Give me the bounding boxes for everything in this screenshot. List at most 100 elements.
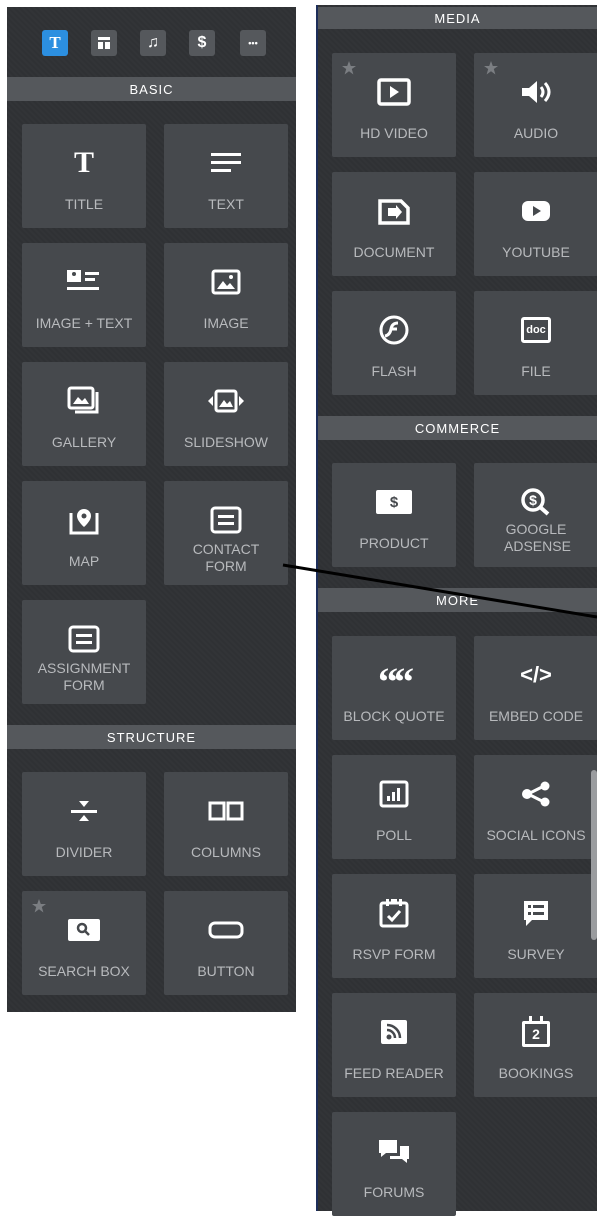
title-icon: T [73, 146, 94, 179]
form-icon [68, 625, 100, 653]
element-audio[interactable]: AUDIO [474, 53, 597, 157]
youtube-icon [522, 201, 550, 221]
element-label: PRODUCT [359, 535, 429, 551]
file-doc-icon: doc [521, 317, 551, 343]
element-google-adsense[interactable]: $ GOOGLE ADSENSE [474, 463, 597, 567]
element-button[interactable]: BUTTON [164, 891, 288, 995]
element-social-icons[interactable]: SOCIAL ICONS [474, 755, 597, 859]
speaker-icon [522, 81, 551, 103]
element-hd-video[interactable]: HD VIDEO [332, 53, 456, 157]
element-label: GALLERY [51, 434, 117, 450]
element-image-text[interactable]: IMAGE + TEXT [22, 243, 146, 347]
bookings-day-number: 2 [532, 1026, 540, 1042]
element-product[interactable]: $ PRODUCT [332, 463, 456, 567]
image-text-icon [67, 270, 99, 290]
element-label: FLASH [371, 363, 417, 379]
element-map[interactable]: MAP [22, 481, 146, 585]
element-label: BLOCK QUOTE [343, 708, 445, 724]
element-label: EMBED CODE [488, 708, 584, 724]
element-label: FILE [521, 363, 551, 379]
tab-commerce[interactable]: $ [189, 30, 215, 56]
element-feed-reader[interactable]: FEED READER [332, 993, 456, 1097]
element-forums[interactable]: FORUMS [332, 1112, 456, 1216]
element-label: TEXT [208, 196, 244, 212]
element-label: AUDIO [513, 125, 559, 141]
element-search-box[interactable]: SEARCH BOX [22, 891, 146, 995]
element-columns[interactable]: COLUMNS [164, 772, 288, 876]
element-document[interactable]: DOCUMENT [332, 172, 456, 276]
element-label: ASSIGNMENT FORM [37, 660, 131, 693]
element-label: POLL [376, 827, 412, 843]
element-label: YOUTUBE [502, 244, 570, 260]
product-icon: $ [376, 490, 412, 514]
document-icon [378, 199, 410, 225]
element-embed-code[interactable]: </> EMBED CODE [474, 636, 597, 740]
element-contact-form[interactable]: CONTACT FORM [164, 481, 288, 585]
forums-icon [379, 1140, 409, 1163]
element-gallery[interactable]: GALLERY [22, 362, 146, 466]
survey-icon [524, 901, 548, 926]
star-icon [32, 899, 46, 913]
element-assignment-form[interactable]: ASSIGNMENT FORM [22, 600, 146, 704]
adsense-icon: $ [521, 488, 550, 516]
poll-icon [379, 780, 409, 808]
category-tab-bar: T ♫ $ ••• [7, 7, 296, 77]
element-youtube[interactable]: YOUTUBE [474, 172, 597, 276]
gallery-icon [67, 386, 99, 414]
element-label: IMAGE [203, 315, 249, 331]
columns-icon [208, 801, 244, 821]
text-lines-icon [211, 153, 241, 172]
element-file[interactable]: doc FILE [474, 291, 597, 395]
element-label: SOCIAL ICONS [486, 827, 586, 843]
music-tab-icon: ♫ [147, 34, 159, 51]
map-pin-icon [69, 509, 99, 535]
element-label: COLUMNS [190, 844, 261, 860]
quote-icon: ““ [378, 659, 414, 704]
divider-icon [71, 801, 97, 821]
element-divider[interactable]: DIVIDER [22, 772, 146, 876]
image-icon [211, 269, 241, 295]
element-title[interactable]: T TITLE [22, 124, 146, 228]
layout-tab-icon [98, 37, 110, 49]
search-icon [68, 919, 100, 941]
element-label: BOOKINGS [498, 1065, 574, 1081]
element-flash[interactable]: FLASH [332, 291, 456, 395]
tab-media[interactable]: ♫ [140, 30, 166, 56]
share-icon [522, 781, 550, 807]
slideshow-icon [208, 389, 244, 413]
element-label: TITLE [64, 196, 104, 212]
svg-text:$: $ [529, 492, 537, 508]
form-icon [210, 506, 242, 534]
file-doc-badge: doc [526, 324, 546, 336]
element-label: CONTACT FORM [192, 541, 260, 574]
element-text[interactable]: TEXT [164, 124, 288, 228]
element-label: DIVIDER [55, 844, 113, 860]
element-rsvp-form[interactable]: RSVP FORM [332, 874, 456, 978]
element-label: SURVEY [507, 946, 565, 962]
play-icon [377, 78, 411, 106]
more-tab-icon: ••• [248, 38, 258, 48]
element-bookings[interactable]: 2 BOOKINGS [474, 993, 597, 1097]
flash-icon [379, 315, 409, 345]
element-image[interactable]: IMAGE [164, 243, 288, 347]
section-header-more: MORE [318, 588, 597, 612]
element-label: SLIDESHOW [183, 434, 268, 450]
section-header-commerce: COMMERCE [318, 416, 597, 440]
bookings-calendar-icon: 2 [522, 1016, 550, 1047]
star-icon [342, 61, 356, 75]
product-badge: $ [389, 493, 399, 511]
element-block-quote[interactable]: ““ BLOCK QUOTE [332, 636, 456, 740]
element-slideshow[interactable]: SLIDESHOW [164, 362, 288, 466]
section-header-basic: BASIC [7, 77, 296, 101]
tab-text[interactable]: T [42, 30, 68, 56]
element-label: DOCUMENT [353, 244, 435, 260]
element-label: FEED READER [344, 1065, 444, 1081]
element-label: MAP [68, 553, 100, 569]
scrollbar[interactable] [591, 770, 597, 940]
rss-icon [381, 1020, 407, 1044]
element-poll[interactable]: POLL [332, 755, 456, 859]
tab-layout[interactable] [91, 30, 117, 56]
element-survey[interactable]: SURVEY [474, 874, 597, 978]
tab-more[interactable]: ••• [240, 30, 266, 56]
element-label: BUTTON [197, 963, 255, 979]
